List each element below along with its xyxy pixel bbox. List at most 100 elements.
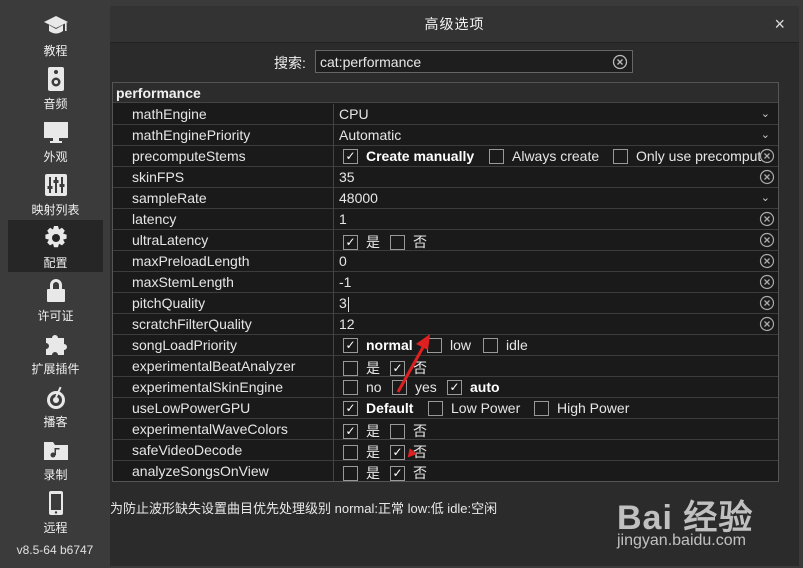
reset-icon[interactable] (759, 274, 775, 293)
search-input[interactable]: cat:performance (315, 50, 633, 73)
checkbox-checked[interactable]: ✓ (390, 444, 405, 460)
option-value-field[interactable]: -1 (335, 272, 778, 293)
search-label: 搜索: (274, 55, 306, 71)
option-value-field[interactable]: 3 (335, 293, 778, 314)
checkbox[interactable] (534, 400, 549, 416)
checkbox[interactable] (343, 379, 358, 395)
checkbox[interactable] (613, 148, 628, 164)
close-icon[interactable]: × (774, 14, 785, 34)
sliders-icon (41, 170, 71, 200)
checkbox-checked[interactable]: ✓ (390, 465, 405, 481)
table-row[interactable]: maxPreloadLength 0 (113, 251, 778, 272)
checkbox[interactable] (343, 444, 358, 460)
sidebar-item-appearance[interactable]: 外观 (8, 114, 103, 166)
checkbox-checked[interactable]: ✓ (343, 337, 358, 353)
option-name: maxStemLength (113, 272, 334, 293)
table-row[interactable]: experimentalSkinEngine no yes ✓ auto (113, 377, 778, 398)
radio-option[interactable]: ✓ 是 (343, 232, 380, 251)
radio-option[interactable]: ✓ auto (447, 379, 500, 395)
option-name: experimentalWaveColors (113, 419, 334, 440)
sidebar-item-remote[interactable]: 远程 (8, 485, 103, 537)
table-row[interactable]: experimentalWaveColors ✓ 是 否 (113, 419, 778, 440)
speaker-icon (41, 64, 71, 94)
table-row[interactable]: useLowPowerGPU ✓ Default Low Power High P… (113, 398, 778, 419)
radio-option[interactable]: 是 (343, 358, 380, 377)
radio-option[interactable]: idle (483, 337, 528, 353)
checkbox-checked[interactable]: ✓ (447, 379, 462, 395)
checkbox[interactable] (343, 360, 358, 376)
table-row[interactable]: ultraLatency ✓ 是 否 (113, 230, 778, 251)
checkbox-checked[interactable]: ✓ (343, 148, 358, 164)
reset-icon[interactable] (759, 295, 775, 314)
checkbox-checked[interactable]: ✓ (343, 423, 358, 439)
radio-option[interactable]: 是 (343, 463, 380, 481)
table-row[interactable]: skinFPS 35 (113, 167, 778, 188)
option-value-field[interactable]: 0 (335, 251, 778, 272)
checkbox[interactable] (343, 465, 358, 481)
sidebar-item-extensions[interactable]: 扩展插件 (8, 326, 103, 378)
table-row[interactable]: pitchQuality 3 (113, 293, 778, 314)
option-label: Always create (512, 148, 600, 164)
checkbox[interactable] (483, 337, 498, 353)
option-name: experimentalBeatAnalyzer (113, 356, 334, 377)
table-row[interactable]: analyzeSongsOnView 是 ✓ 否 (113, 461, 778, 481)
table-row[interactable]: experimentalBeatAnalyzer 是 ✓ 否 (113, 356, 778, 377)
option-name: scratchFilterQuality (113, 314, 334, 335)
clear-search-icon[interactable] (612, 54, 628, 75)
option-value-select[interactable]: 48000 ⌄ (335, 188, 778, 209)
table-row[interactable]: safeVideoDecode 是 ✓ 否 (113, 440, 778, 461)
reset-icon[interactable] (759, 211, 775, 230)
option-value-radio-group: ✓ Create manually Always create Only use … (335, 146, 778, 167)
text-cursor (347, 296, 349, 312)
checkbox-checked[interactable]: ✓ (343, 234, 358, 250)
radio-option[interactable]: 否 (390, 421, 427, 440)
option-name: analyzeSongsOnView (113, 461, 334, 481)
radio-option[interactable]: 否 (390, 232, 427, 251)
table-row[interactable]: maxStemLength -1 (113, 272, 778, 293)
radio-option[interactable]: no (343, 379, 382, 395)
sidebar-item-mapping[interactable]: 映射列表 (8, 167, 103, 219)
radio-option[interactable]: ✓ 是 (343, 421, 380, 440)
option-value-radio-group: 是 ✓ 否 (335, 440, 778, 461)
radio-option[interactable]: 是 (343, 442, 380, 461)
radio-option[interactable]: ✓ 否 (390, 463, 427, 481)
search-row: 搜索: cat:performance (110, 50, 799, 74)
reset-icon[interactable] (759, 169, 775, 188)
table-row[interactable]: mathEngine CPU ⌄ (113, 104, 778, 125)
table-row[interactable]: scratchFilterQuality 12 (113, 314, 778, 335)
table-row[interactable]: mathEnginePriority Automatic ⌄ (113, 125, 778, 146)
option-value-field[interactable]: 1 (335, 209, 778, 230)
checkbox[interactable] (489, 148, 504, 164)
option-label: low (450, 337, 472, 353)
table-row[interactable]: sampleRate 48000 ⌄ (113, 188, 778, 209)
sidebar-item-podcast[interactable]: 播客 (8, 379, 103, 431)
chevron-down-icon[interactable]: ⌄ (761, 191, 770, 204)
chevron-down-icon[interactable]: ⌄ (761, 107, 770, 120)
radio-option[interactable]: Always create (489, 148, 599, 164)
option-value-select[interactable]: CPU ⌄ (335, 104, 778, 125)
checkbox-checked[interactable]: ✓ (343, 400, 358, 416)
checkbox[interactable] (390, 234, 405, 250)
sidebar-item-tutorial[interactable]: 教程 (8, 8, 103, 60)
option-value: Automatic (339, 127, 402, 143)
radio-option[interactable]: Low Power (428, 400, 520, 416)
chevron-down-icon[interactable]: ⌄ (761, 128, 770, 141)
sidebar-item-audio[interactable]: 音频 (8, 61, 103, 113)
reset-icon[interactable] (759, 316, 775, 335)
reset-icon[interactable] (759, 253, 775, 272)
reset-icon[interactable] (759, 232, 775, 251)
table-row[interactable]: songLoadPriority ✓ normal low idle (113, 335, 778, 356)
option-value-select[interactable]: Automatic ⌄ (335, 125, 778, 146)
radio-option[interactable]: High Power (534, 400, 629, 416)
table-row[interactable]: precomputeStems ✓ Create manually Always … (113, 146, 778, 167)
checkbox[interactable] (390, 423, 405, 439)
radio-option[interactable]: Only use precompute (613, 148, 769, 164)
group-header: performance (113, 83, 778, 103)
reset-icon[interactable] (759, 148, 775, 167)
radio-option[interactable]: ✓ Create manually (343, 148, 474, 164)
table-row[interactable]: latency 1 (113, 209, 778, 230)
sidebar-item-record[interactable]: 录制 (8, 432, 103, 484)
option-value-field[interactable]: 35 (335, 167, 778, 188)
sidebar-item-config[interactable]: 配置 (8, 220, 103, 272)
sidebar-item-license[interactable]: 许可证 (8, 273, 103, 325)
